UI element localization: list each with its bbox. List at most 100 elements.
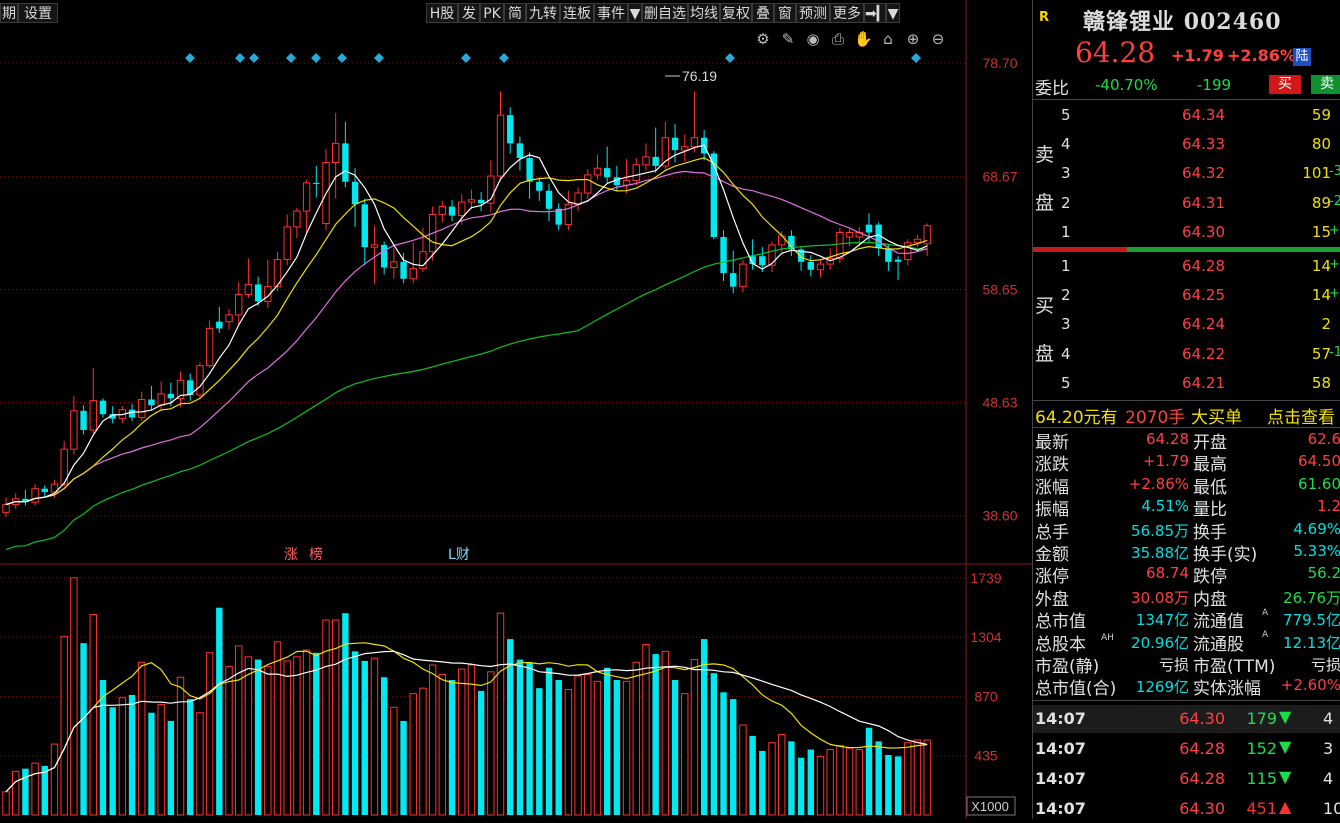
candle-body [536,181,543,191]
candle-body [730,273,737,287]
stat-row: 涨停 68.74 跌停 56.2 [1033,562,1340,587]
candle-body [244,283,253,296]
sell_levels-level-row[interactable]: 2 64.31 89 -2 [1033,194,1340,216]
candle-body [370,244,379,248]
big-order-row[interactable]: 64.20元有 2070手 大买单 点击查看 [1033,403,1340,428]
stat-label: 总市值(合) [1035,679,1117,700]
view-link[interactable]: 点击查看 [1267,403,1335,428]
level-volume: 2 [1321,315,1331,334]
candle-body [342,143,349,182]
tick-price: 64.28 [1179,739,1225,758]
kline-chart-panel[interactable]: 期 设置 H股发 PK 简九转 连板 事件 ▼ 删自选 均线 复权叠窗预测 更多 ➡▎ ▼ ⚙ ✎ ◉ ⎙ ✋… [0,0,1032,819]
price-change-pct: +2.86% [1227,46,1296,65]
level-volume: 80 [1311,135,1331,154]
sell-button[interactable]: 卖 [1311,75,1340,94]
stat-label: 市盈(静) [1035,657,1100,677]
level-volume: 59 [1311,106,1331,124]
ma5-line [5,144,928,506]
volume-bar [584,674,592,816]
sell_levels-level-row[interactable]: 3 64.32 101 -3 [1033,164,1340,186]
volume-unit-label: X1000 [971,799,1009,814]
tick-row[interactable]: 14:07 64.30 179 ▼ 4 [1033,705,1340,733]
stat-label: 振幅 [1035,500,1069,521]
price-tick-label: 48.63 [982,395,1017,411]
price-tick-label: 68.67 [982,168,1017,184]
arrow-down-icon: ▼ [1279,737,1292,756]
stock-name: 赣锋锂业 002460 [1083,9,1282,35]
candle-body [816,263,825,271]
stat-value: 61.60 [1298,474,1340,493]
tick-row[interactable]: 14:07 64.28 152 ▼ 3 [1033,735,1340,763]
level-price: 64.21 [1182,373,1225,392]
level-index: 2 [1061,286,1071,305]
level-index: 3 [1061,315,1071,334]
volume-bar [176,676,185,816]
volume-bar [923,739,931,816]
sell_levels-level-row[interactable]: 4 64.33 80 [1033,135,1340,157]
volume-tick-label: 435 [974,748,998,764]
stat-label: 最高 [1193,455,1227,476]
candle-body [70,410,78,450]
level-change: + [1329,222,1340,238]
buy_levels-level-row[interactable]: 4 64.22 57 -1 [1033,345,1340,367]
tick-price: 64.30 [1179,709,1225,728]
tick-count: 3 [1323,739,1334,758]
candle-body [41,488,48,493]
candle-body [690,137,699,148]
volume-bar [845,747,854,816]
level-change: -3 [1329,164,1340,180]
stat-value: 1347亿 [1135,611,1189,630]
sell_levels-level-row[interactable]: 1 64.30 15 + [1033,223,1340,245]
volume-bar [894,756,902,815]
buy_levels-level-row[interactable]: 3 64.24 2 [1033,315,1340,337]
candle-body [225,314,233,323]
candle-body [128,409,136,418]
volume-bar [710,673,718,815]
sell_levels-level-row[interactable]: 5 64.34 59 [1033,106,1340,128]
level-index: 4 [1061,135,1071,154]
kline-svg[interactable]: 78.70 68.67 58.65 48.63 38.60 1739 1304 870 435 X… [0,0,1032,819]
signal-diamond-icon [185,53,195,63]
stat-row: 总市值 1347亿 流通值 779.5亿 [1033,607,1340,632]
stat-row: 涨跌 +1.79 最高 64.50 [1033,450,1340,476]
ratio-label: 委比 [1035,79,1069,99]
buy-side-label: 买 [1035,295,1055,317]
volume-bar [22,768,29,815]
level-index: 5 [1061,106,1071,124]
stat-row: 振幅 4.51% 量比 1.2 [1033,495,1340,521]
zhang-marker: 涨 [284,547,298,563]
candle-body [293,210,301,228]
stat-row: 总股本 20.96亿 流通股 12.13亿 [1033,630,1340,655]
volume-bar [797,757,805,815]
sell-strength-bar [1033,247,1127,252]
candle-body [167,393,175,399]
level-change: + [1329,257,1340,272]
tick-count: 10 [1323,799,1340,818]
volume-bar [448,679,456,815]
candle-body [913,238,922,244]
stat-label: 最新 [1035,433,1069,453]
volume-bar [807,749,814,815]
current-price: 64.28 [1075,36,1156,69]
candle-body [885,248,892,262]
divider [1033,700,1340,701]
candle-body [205,327,214,367]
tick-row[interactable]: 14:07 64.28 115 ▼ 4 [1033,765,1340,793]
price-tick-label: 38.60 [982,508,1017,524]
buy_levels-level-row[interactable]: 2 64.25 14 + [1033,286,1340,308]
buy-button[interactable]: 买 [1269,75,1301,94]
stat-value: +2.60% [1280,676,1340,695]
stat-value: +2.86% [1128,474,1189,493]
stat-row: 最新 64.28 开盘 62.6 [1033,428,1340,453]
stat-row: 总市值(合) 1269亿 实体涨幅 +2.60% [1033,674,1340,700]
candle-body [642,156,650,166]
stat-value: 56.85万 [1131,521,1189,540]
stat-label: 外盘 [1035,589,1069,610]
buy_levels-level-row[interactable]: 5 64.21 58 [1033,374,1340,396]
candle-body [807,261,814,270]
candle-body [157,393,165,406]
level-price: 64.34 [1182,106,1225,124]
tick-price: 64.28 [1179,769,1225,788]
l-cai-marker: L财 [448,547,470,563]
buy_levels-level-row[interactable]: 1 64.28 14 + [1033,257,1340,279]
